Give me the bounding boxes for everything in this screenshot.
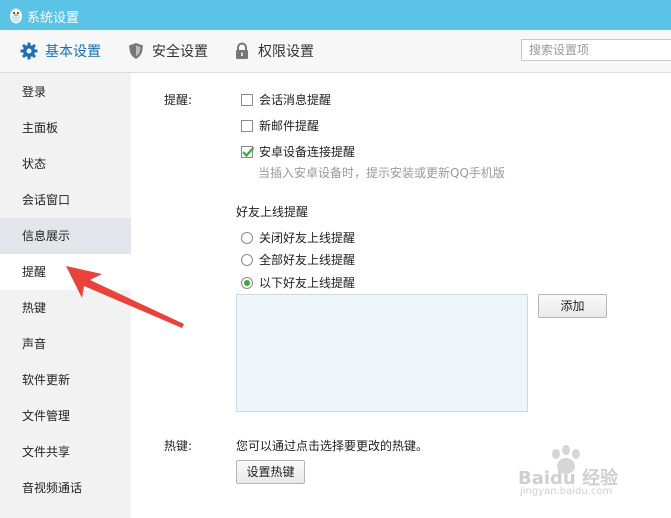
lock-icon	[236, 42, 248, 59]
tab-label: 权限设置	[258, 44, 314, 60]
sidebar-item-status[interactable]: 状态	[0, 146, 131, 182]
shield-icon	[129, 43, 143, 59]
friend-online-title: 好友上线提醒	[236, 205, 309, 219]
chat-message-reminder-checkbox[interactable]: 会话消息提醒	[241, 91, 331, 108]
checkbox-box[interactable]	[241, 145, 255, 158]
tab-label: 基本设置	[45, 44, 101, 60]
sidebar-item-av-call[interactable]: 音视频通话	[0, 470, 131, 506]
checkmark-icon	[242, 146, 255, 157]
sidebar-item-software-update[interactable]: 软件更新	[0, 362, 131, 398]
add-friend-button[interactable]: 添加	[538, 294, 607, 318]
checkbox-box[interactable]	[241, 119, 253, 132]
search-input[interactable]	[521, 39, 671, 61]
sidebar-item-file-sharing[interactable]: 文件共享	[0, 434, 131, 470]
radio-circle[interactable]	[241, 231, 253, 244]
window-title: 系统设置	[27, 11, 80, 26]
annotation-arrow-icon	[66, 266, 184, 328]
sidebar-item-sound[interactable]: 声音	[0, 326, 131, 362]
qq-penguin-icon	[10, 8, 22, 24]
checkbox-label: 新邮件提醒	[259, 119, 320, 133]
hotkey-section-label: 热键:	[164, 439, 193, 453]
friend-online-all-radio[interactable]: 全部好友上线提醒	[241, 251, 355, 268]
friend-online-selected-radio[interactable]: 以下好友上线提醒	[241, 274, 355, 291]
sidebar-item-main-panel[interactable]: 主面板	[0, 110, 131, 146]
tab-basic-settings[interactable]: 基本设置	[20, 30, 101, 72]
friend-list-box[interactable]	[236, 294, 528, 412]
checkbox-label: 安卓设备连接提醒	[259, 145, 356, 159]
sidebar-item-chat-window[interactable]: 会话窗口	[0, 182, 131, 218]
title-bar: 系统设置	[0, 0, 671, 30]
watermark-url: jingyan.baidu.com	[520, 486, 613, 497]
new-mail-reminder-checkbox[interactable]: 新邮件提醒	[241, 117, 319, 134]
radio-label: 关闭好友上线提醒	[259, 231, 356, 245]
set-hotkey-button[interactable]: 设置热键	[236, 460, 305, 484]
checkbox-box[interactable]	[241, 93, 253, 106]
android-reminder-hint: 当插入安卓设备时，提示安装或更新QQ手机版	[258, 166, 505, 180]
radio-label: 以下好友上线提醒	[259, 276, 356, 290]
baidu-watermark: Baidu 经验 jingyan.baidu.com	[512, 442, 642, 502]
checkbox-label: 会话消息提醒	[259, 93, 332, 107]
android-connect-reminder-checkbox[interactable]: 安卓设备连接提醒	[241, 143, 355, 160]
reminder-section-label: 提醒:	[164, 93, 193, 107]
sidebar-item-info-display[interactable]: 信息展示	[0, 218, 131, 254]
hotkey-description: 您可以通过点击选择要更改的热键。	[236, 439, 429, 453]
sidebar-item-login[interactable]: 登录	[0, 74, 131, 110]
tab-label: 安全设置	[152, 44, 208, 60]
gear-icon	[20, 42, 38, 60]
radio-circle[interactable]	[241, 253, 253, 266]
tab-security-settings[interactable]: 安全设置	[127, 30, 208, 72]
sidebar-item-file-management[interactable]: 文件管理	[0, 398, 131, 434]
radio-circle[interactable]	[241, 276, 253, 289]
tab-permission-settings[interactable]: 权限设置	[233, 30, 314, 72]
radio-label: 全部好友上线提醒	[259, 253, 356, 267]
friend-online-off-radio[interactable]: 关闭好友上线提醒	[241, 229, 355, 246]
